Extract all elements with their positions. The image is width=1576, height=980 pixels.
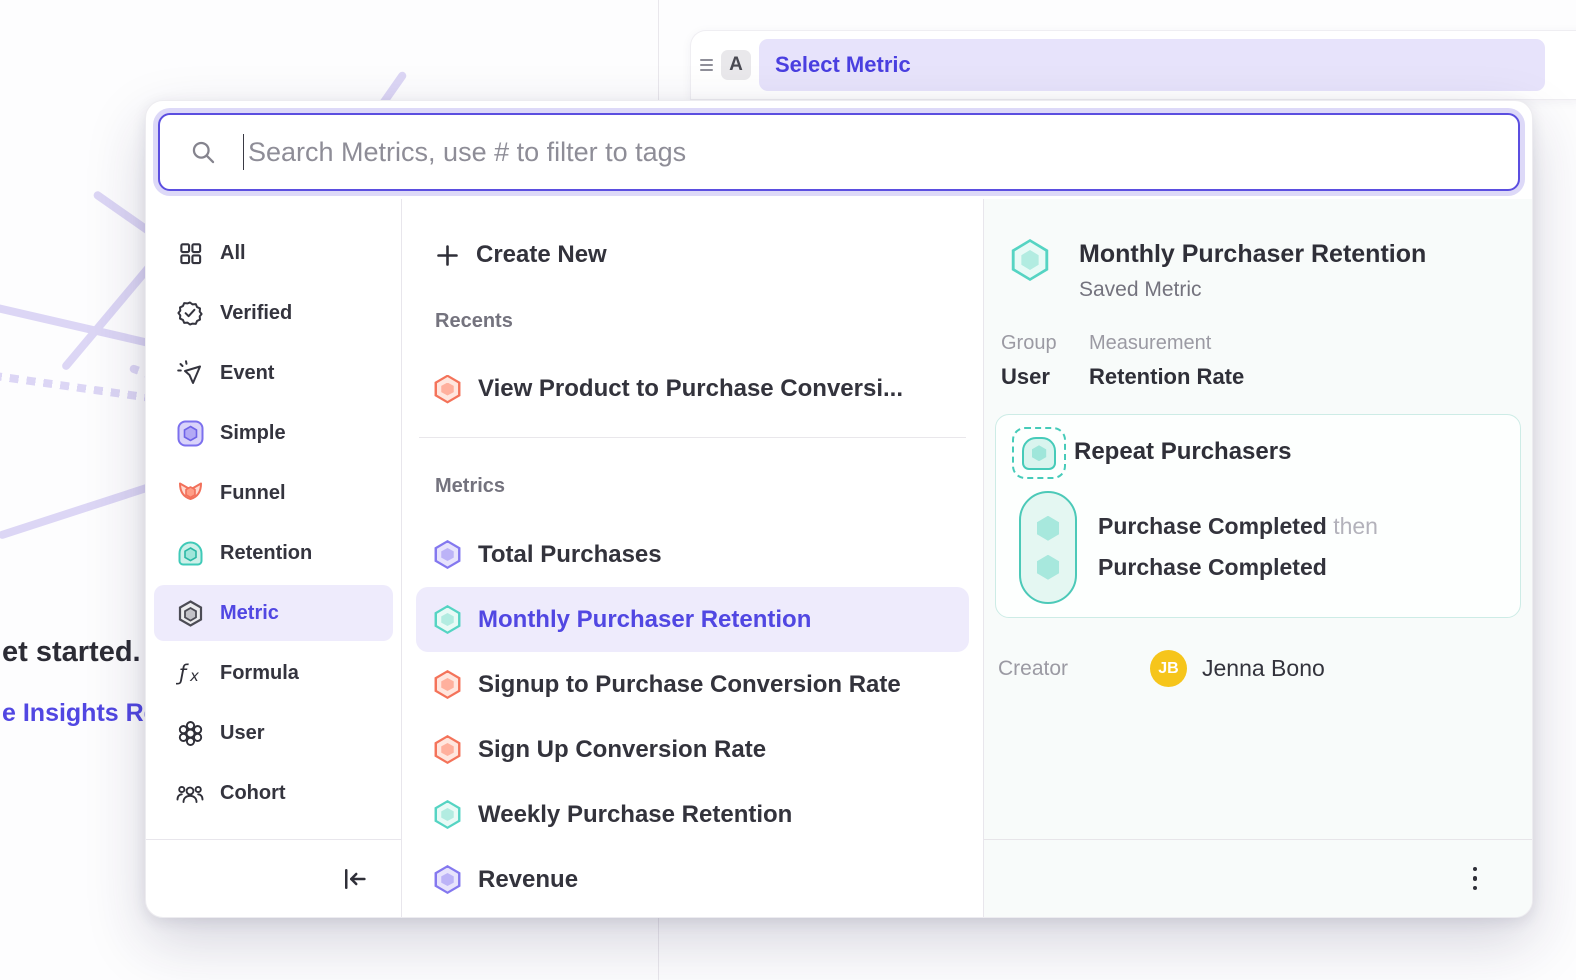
sidebar-item-all[interactable]: All	[154, 225, 393, 281]
plus-icon	[434, 242, 461, 269]
list-divider	[419, 437, 966, 438]
hexagon-icon-purple	[434, 865, 461, 894]
metric-list-item-selected[interactable]: Monthly Purchaser Retention	[416, 587, 969, 652]
detail-meta: Group User Measurement Retention Rate	[1001, 332, 1532, 390]
retention-definition-icon	[1012, 427, 1066, 479]
metric-list: Total Purchases Monthly Purchaser Retent…	[402, 522, 983, 912]
event-icon	[176, 359, 204, 387]
retention-icon	[176, 539, 204, 567]
search-bar	[158, 113, 1520, 191]
hexagon-icon-coral	[434, 670, 461, 699]
creator-label: Creator	[998, 657, 1150, 681]
metric-icon	[176, 599, 204, 627]
sidebar-item-simple[interactable]: Simple	[154, 405, 393, 461]
hexagon-icon-step	[1037, 555, 1060, 580]
metrics-section-title: Metrics	[435, 472, 983, 500]
background-partial-heading: et started.	[2, 636, 141, 669]
group-value: User	[1001, 364, 1089, 390]
creator-row: Creator JB Jenna Bono	[998, 650, 1532, 687]
cohort-icon	[176, 779, 204, 807]
avatar: JB	[1150, 650, 1187, 687]
filter-sidebar: All Verified Event	[146, 199, 402, 917]
hexagon-icon-step	[1037, 516, 1060, 541]
simple-icon	[176, 419, 204, 447]
sidebar-item-event[interactable]: Event	[154, 345, 393, 401]
sidebar-item-verified[interactable]: Verified	[154, 285, 393, 341]
detail-header: Monthly Purchaser Retention Saved Metric	[1011, 239, 1508, 302]
select-metric-button[interactable]: Select Metric	[759, 39, 1545, 91]
metric-row-card: A Select Metric	[690, 30, 1576, 100]
metric-list-item[interactable]: Revenue	[416, 847, 969, 912]
creator-name: Jenna Bono	[1202, 655, 1325, 682]
hexagon-icon-teal	[434, 800, 461, 829]
sidebar-item-formula[interactable]: ƒ x Formula	[154, 645, 393, 701]
metric-list-item[interactable]: Signup to Purchase Conversion Rate	[416, 652, 969, 717]
create-new-button[interactable]: Create New	[416, 223, 969, 287]
hexagon-icon-teal	[434, 605, 461, 634]
collapse-left-icon[interactable]	[337, 861, 373, 897]
event-sequence-capsule	[1019, 491, 1077, 604]
sidebar-item-retention[interactable]: Retention	[154, 525, 393, 581]
search-input[interactable]	[243, 134, 1518, 170]
metric-list-item[interactable]: Sign Up Conversion Rate	[416, 717, 969, 782]
group-label: Group	[1001, 332, 1089, 355]
hexagon-icon-purple	[434, 540, 461, 569]
funnel-icon	[176, 479, 204, 507]
metric-definition-card: Repeat Purchasers Purchase Completed the…	[995, 414, 1521, 618]
definition-step-2: Purchase Completed	[1098, 554, 1327, 581]
definition-name: Repeat Purchasers	[1074, 438, 1291, 466]
user-icon	[176, 719, 204, 747]
hexagon-icon-coral	[434, 375, 461, 404]
svg-text:x: x	[189, 667, 199, 685]
definition-step-1: Purchase Completed then	[1098, 513, 1378, 540]
formula-icon: ƒ x	[176, 659, 204, 687]
select-metric-label: Select Metric	[775, 52, 911, 78]
metric-list-item[interactable]: Total Purchases	[416, 522, 969, 587]
grid-icon	[176, 239, 204, 267]
hexagon-icon-coral	[434, 735, 461, 764]
sidebar-item-user[interactable]: User	[154, 705, 393, 761]
sidebar-item-funnel[interactable]: Funnel	[154, 465, 393, 521]
recent-metric-item[interactable]: View Product to Purchase Conversi...	[416, 357, 969, 421]
verified-icon	[176, 299, 204, 327]
metric-list-item[interactable]: Weekly Purchase Retention	[416, 782, 969, 847]
svg-text:ƒ: ƒ	[176, 661, 189, 685]
measurement-value: Retention Rate	[1089, 364, 1244, 390]
recents-section-title: Recents	[435, 307, 983, 335]
hexagon-icon-teal-large	[1011, 239, 1049, 281]
measurement-label: Measurement	[1089, 332, 1244, 355]
sidebar-item-metric[interactable]: Metric	[154, 585, 393, 641]
background-partial-link[interactable]: e Insights Re	[2, 699, 158, 728]
metric-list-column: Create New Recents View Product to Purch…	[402, 199, 984, 917]
detail-title: Monthly Purchaser Retention	[1079, 239, 1426, 270]
detail-footer	[984, 839, 1532, 917]
sidebar-item-cohort[interactable]: Cohort	[154, 765, 393, 821]
detail-subtitle: Saved Metric	[1079, 278, 1426, 302]
sidebar-footer	[146, 839, 401, 917]
metric-picker-modal: All Verified Event	[145, 100, 1533, 918]
drag-handle-icon[interactable]	[697, 59, 715, 71]
metric-detail-panel: Monthly Purchaser Retention Saved Metric…	[984, 199, 1532, 917]
kebab-menu-icon[interactable]	[1458, 859, 1492, 899]
search-icon	[190, 139, 217, 166]
metric-letter-badge: A	[721, 50, 751, 80]
